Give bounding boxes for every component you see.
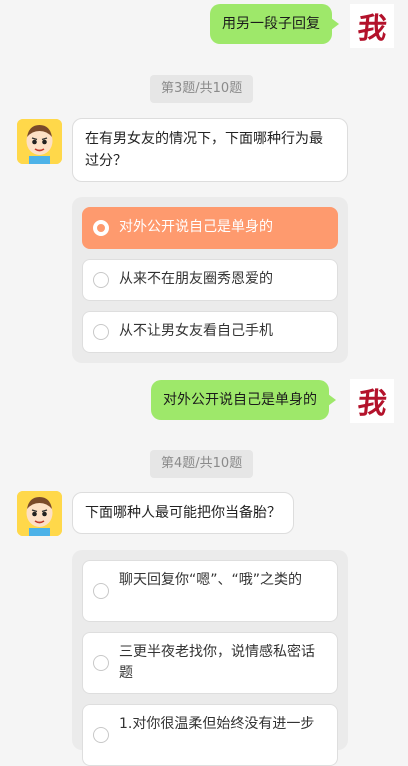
option-item[interactable]: 三更半夜老找你，说情感私密话题	[82, 632, 338, 694]
option-item[interactable]: 聊天回复你“嗯”、“哦”之类的	[82, 560, 338, 622]
bot-avatar[interactable]	[17, 119, 62, 164]
wo-avatar-icon: 我	[356, 11, 388, 45]
option-label: 聊天回复你“嗯”、“哦”之类的	[119, 572, 303, 588]
options-panel: 对外公开说自己是单身的 从来不在朋友圈秀恩爱的 从不让男女友看自己手机	[72, 197, 348, 363]
question-text: 在有男女友的情况下，下面哪种行为最过分？	[85, 131, 323, 169]
cartoon-boy-avatar-icon	[17, 491, 62, 536]
cartoon-boy-avatar-icon	[17, 119, 62, 164]
options-panel: 聊天回复你“嗯”、“哦”之类的 三更半夜老找你，说情感私密话题 1.对你很温柔但…	[72, 550, 348, 766]
option-item[interactable]: 1.对你很温柔但始终没有进一步	[82, 704, 338, 766]
question-counter-text: 第4题/共10题	[161, 456, 243, 471]
my-avatar[interactable]: 我	[350, 379, 394, 423]
question-bubble: 在有男女友的情况下，下面哪种行为最过分？	[72, 118, 348, 182]
my-answer-bubble: 对外公开说自己是单身的	[151, 380, 336, 420]
radio-selected-icon	[93, 220, 109, 236]
radio-icon	[93, 583, 109, 599]
radio-icon	[93, 655, 109, 671]
option-item[interactable]: 对外公开说自己是单身的	[82, 207, 338, 249]
option-label: 三更半夜老找你，说情感私密话题	[119, 644, 315, 681]
my-avatar[interactable]: 我	[350, 4, 394, 48]
wo-avatar-icon: 我	[356, 386, 388, 420]
my-answer-text: 对外公开说自己是单身的	[163, 392, 317, 408]
radio-icon	[93, 727, 109, 743]
option-label: 1.对你很温柔但始终没有进一步	[119, 716, 315, 732]
question-counter-tag: 第4题/共10题	[150, 450, 254, 478]
radio-icon	[93, 272, 109, 288]
option-label: 从不让男女友看自己手机	[119, 323, 273, 339]
question-counter-tag: 第3题/共10题	[150, 75, 254, 103]
question-text: 下面哪种人最可能把你当备胎？	[85, 505, 281, 521]
question-bubble: 下面哪种人最可能把你当备胎？	[72, 492, 294, 534]
bot-avatar[interactable]	[17, 491, 62, 536]
option-item[interactable]: 从不让男女友看自己手机	[82, 311, 338, 353]
radio-icon	[93, 324, 109, 340]
option-label: 从来不在朋友圈秀恩爱的	[119, 271, 273, 287]
option-label: 对外公开说自己是单身的	[119, 219, 273, 235]
my-message-bubble: 用另一段子回复	[210, 4, 339, 44]
question-counter-text: 第3题/共10题	[161, 81, 243, 96]
my-message-text: 用另一段子回复	[222, 16, 320, 32]
option-item[interactable]: 从来不在朋友圈秀恩爱的	[82, 259, 338, 301]
